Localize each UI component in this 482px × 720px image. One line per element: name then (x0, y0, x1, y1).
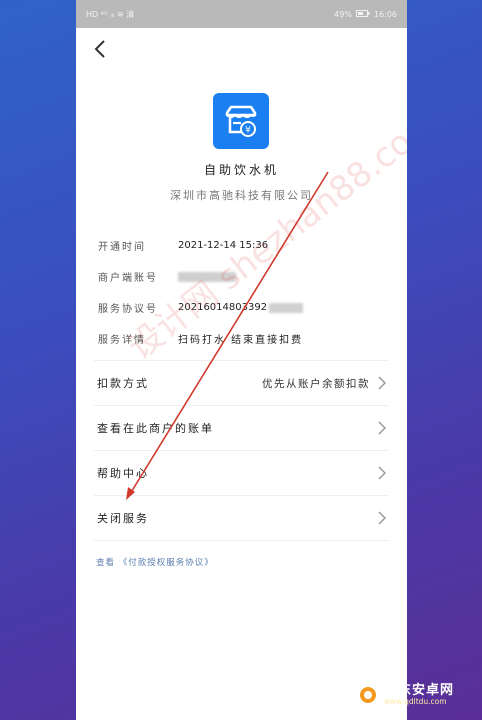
battery-icon (355, 9, 370, 19)
info-label: 商户端账号 (98, 273, 158, 284)
info-value: 扫码打水 结束直接扣费 (178, 335, 304, 346)
service-info: 开通时间 2021-12-14 15:36 商户端账号 服务协议号 202160… (98, 230, 388, 354)
chevron-right-icon (376, 376, 388, 390)
menu-item-label: 扣款方式 (97, 377, 149, 390)
brand-url: www.qdltdu.com (384, 696, 447, 706)
info-row-open-time: 开通时间 2021-12-14 15:36 (98, 230, 388, 261)
info-label: 开通时间 (98, 242, 146, 253)
menu-item-close-service[interactable]: 关闭服务 (94, 496, 388, 541)
menu-item-view-bills[interactable]: 查看在此商户的账单 (94, 406, 388, 451)
app-icon: ¥ (213, 93, 269, 149)
chevron-right-icon (376, 466, 388, 480)
agreement-link[interactable]: 《付款授权服务协议》 (119, 558, 214, 568)
status-bar: HD ⁴ᴳ ᵢₗₗ ≋ 清 49% 16:06 (76, 0, 407, 28)
info-row-merchant-account: 商户端账号 (98, 261, 388, 292)
battery-level: 49% (334, 9, 352, 19)
chevron-right-icon (376, 421, 388, 435)
info-row-service-detail: 服务详情 扫码打水 结束直接扣费 (98, 323, 388, 354)
redacted-value (178, 271, 236, 282)
info-label: 服务详情 (98, 335, 146, 346)
settings-menu: 扣款方式 优先从账户余额扣款 查看在此商户的账单 帮助中心 关闭服务 (94, 360, 388, 541)
brand-name: 启东安卓网 (384, 683, 455, 699)
water-machine-icon: ¥ (225, 105, 257, 137)
menu-item-payment-method[interactable]: 扣款方式 优先从账户余额扣款 (94, 361, 388, 406)
svg-text:¥: ¥ (245, 126, 251, 136)
menu-item-label: 帮助中心 (97, 467, 149, 480)
info-value: 20216014803392 (178, 302, 268, 313)
menu-item-value: 优先从账户余额扣款 (262, 377, 370, 390)
redacted-value (269, 302, 304, 313)
menu-item-help-center[interactable]: 帮助中心 (94, 451, 388, 496)
info-label: 服务协议号 (98, 304, 158, 315)
menu-item-label: 关闭服务 (97, 512, 149, 525)
clock: 16:06 (373, 9, 397, 19)
back-button[interactable] (88, 36, 112, 62)
company-name: 深圳市高驰科技有限公司 (170, 189, 313, 202)
info-value: 2021-12-14 15:36 (178, 240, 269, 251)
agreement-line: 查看 《付款授权服务协议》 (96, 556, 214, 568)
agreement-prefix: 查看 (96, 558, 116, 568)
info-row-agreement-number: 服务协议号 20216014803392 (98, 292, 388, 323)
network-status: HD ⁴ᴳ ᵢₗₗ ≋ 清 (86, 9, 135, 19)
site-brand: 启东安卓网 www.qdltdu.com (356, 683, 454, 707)
brand-logo-icon (356, 683, 380, 707)
chevron-right-icon (376, 511, 388, 525)
app-name: 自助饮水机 (203, 163, 279, 177)
back-arrow-icon (94, 40, 105, 58)
menu-item-label: 查看在此商户的账单 (97, 422, 214, 435)
phone-screen: HD ⁴ᴳ ᵢₗₗ ≋ 清 49% 16:06 ¥ 自助饮水机 深圳市高驰科技有… (76, 0, 407, 720)
